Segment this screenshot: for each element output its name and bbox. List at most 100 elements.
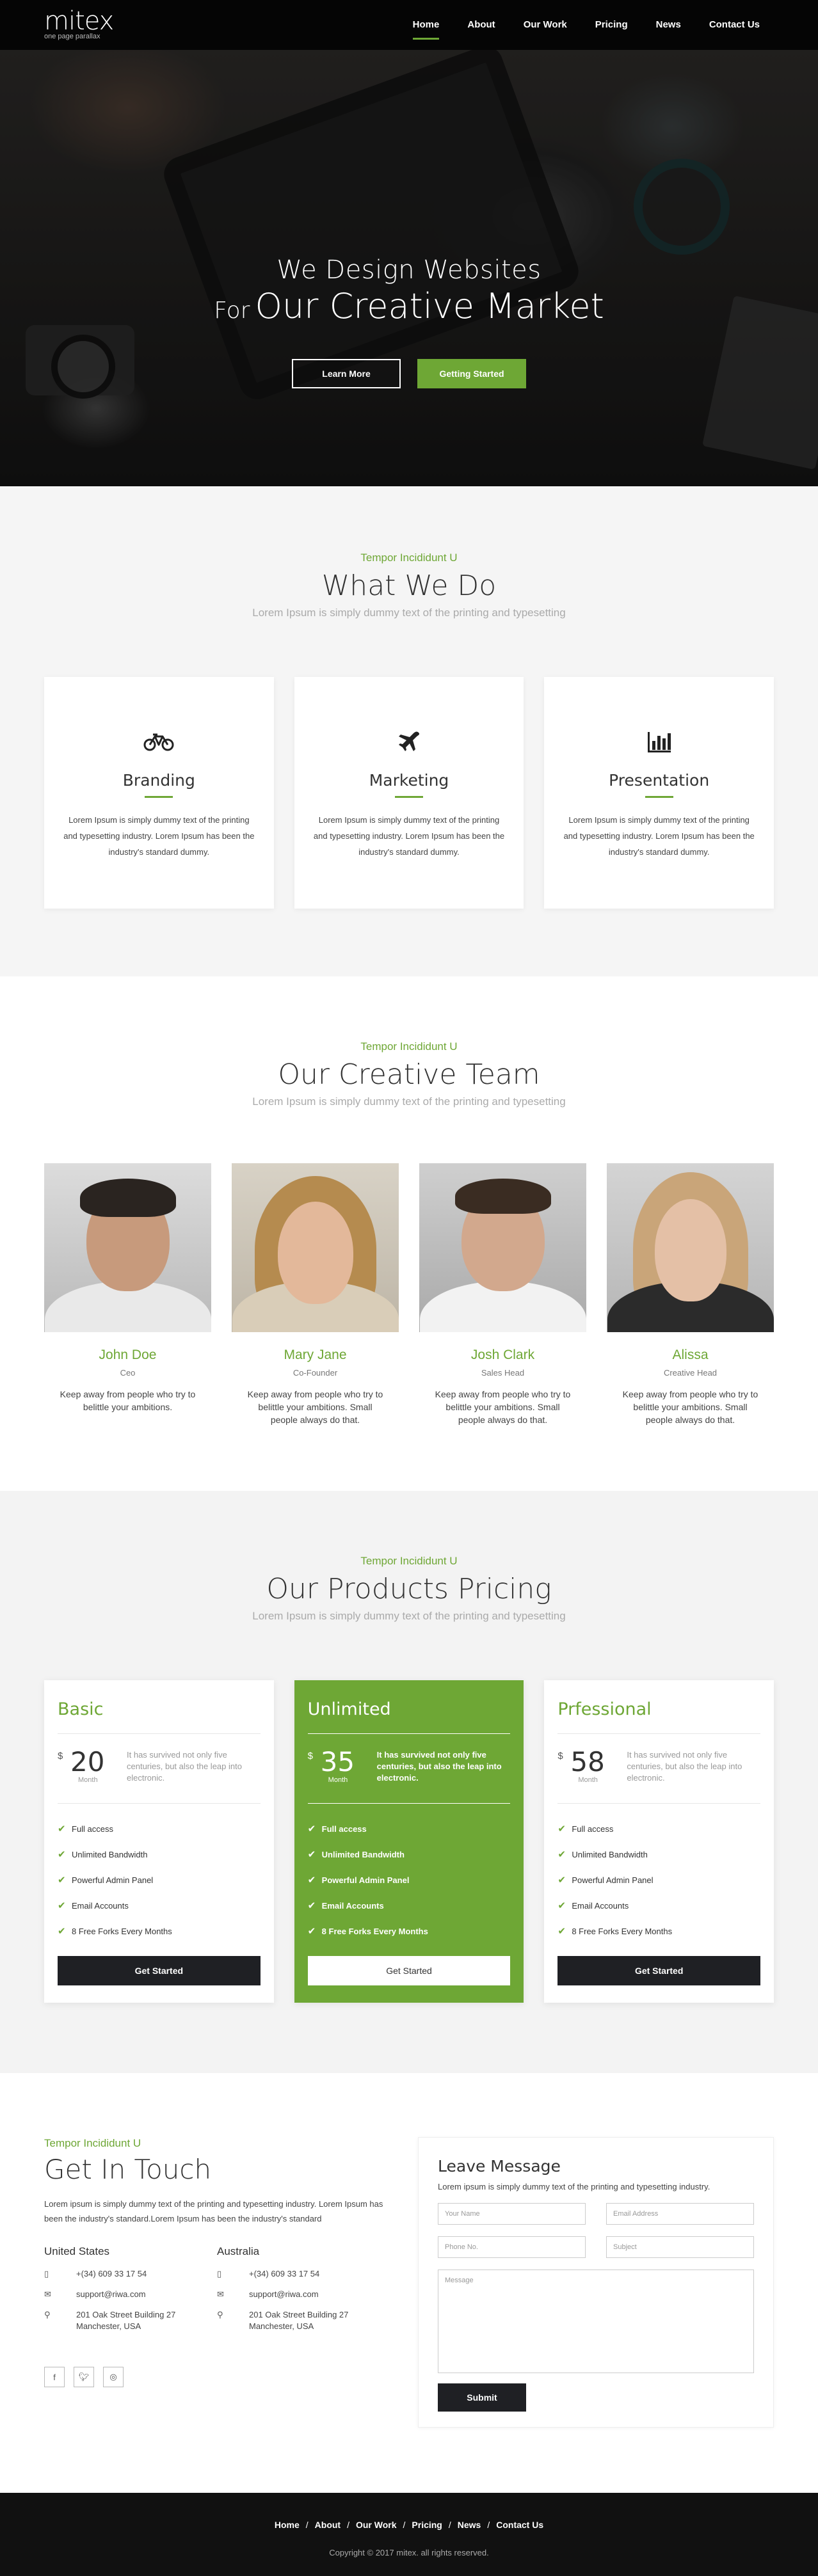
hero-heading-line1: We Design Websites xyxy=(277,255,541,285)
plan-price: $ 20 Month xyxy=(58,1748,115,1789)
section-kicker: Tempor Incididunt U xyxy=(360,552,458,564)
office-united-states: United States ▯ +(34) 609 33 17 54 ✉ suppo… xyxy=(44,2245,217,2341)
twitter-icon[interactable]: 🐦︎ xyxy=(74,2367,94,2387)
check-icon: ✔ xyxy=(557,1900,566,1911)
nav-home[interactable]: Home xyxy=(399,15,454,40)
site-logo[interactable]: mitex one page parallax xyxy=(44,6,114,40)
subject-field[interactable]: Subject xyxy=(606,2236,754,2258)
price-period: Month xyxy=(78,1776,98,1784)
price-amount: 20 xyxy=(70,1746,105,1777)
section-title: Our Products Pricing xyxy=(266,1573,552,1605)
footer-link-about[interactable]: About xyxy=(315,2520,341,2530)
footer-link-home[interactable]: Home xyxy=(275,2520,300,2530)
price-period: Month xyxy=(328,1776,348,1784)
service-text: Lorem Ipsum is simply dummy text of the … xyxy=(563,815,755,857)
office-address: ⚲ 201 Oak Street Building 27 Manchester, … xyxy=(44,2309,217,2332)
member-role: Co-Founder xyxy=(293,1368,338,1378)
plan-description: It has survived not only five centuries,… xyxy=(376,1750,502,1783)
team-member: Alissa Creative Head Keep away from peop… xyxy=(607,1163,774,1426)
what-we-do-header: Tempor Incididunt U What We Do Lorem Ips… xyxy=(44,552,774,619)
feature-item: ✔ Powerful Admin Panel xyxy=(308,1868,511,1893)
name-field[interactable]: Your Name xyxy=(438,2203,586,2225)
plan-price: $ 58 Month xyxy=(557,1748,615,1789)
social-links: f 🐦︎ ◎ xyxy=(44,2367,390,2387)
phone-field[interactable]: Phone No. xyxy=(438,2236,586,2258)
service-cards: Branding Lorem Ipsum is simply dummy tex… xyxy=(44,677,774,909)
footer-separator: / xyxy=(347,2520,349,2530)
nav-about[interactable]: About xyxy=(453,15,509,35)
nav-pricing[interactable]: Pricing xyxy=(581,15,642,35)
feature-item: ✔ Unlimited Bandwidth xyxy=(557,1842,760,1868)
plan-basic: Basic $ 20 Month It has survived not onl… xyxy=(44,1680,274,2003)
footer-link-pricing[interactable]: Pricing xyxy=(412,2520,442,2530)
team-members: John Doe Ceo Keep away from people who t… xyxy=(44,1163,774,1426)
section-kicker: Tempor Incididunt U xyxy=(360,1555,458,1567)
feature-item: ✔ Powerful Admin Panel xyxy=(557,1868,760,1893)
get-started-button[interactable]: Get Started xyxy=(58,1956,261,1985)
site-footer: Home / About / Our Work / Pricing / News… xyxy=(0,2493,818,2576)
team-member: Mary Jane Co-Founder Keep away from peop… xyxy=(232,1163,399,1426)
nav-news[interactable]: News xyxy=(642,15,695,35)
email-field[interactable]: Email Address xyxy=(606,2203,754,2225)
member-photo xyxy=(232,1163,399,1332)
copyright-text: Copyright © 2017 mitex. all rights reser… xyxy=(329,2548,489,2557)
member-bio: Keep away from people who try to belittl… xyxy=(247,1389,383,1425)
service-card-branding: Branding Lorem Ipsum is simply dummy tex… xyxy=(44,677,274,909)
title-underline xyxy=(145,796,173,798)
get-started-button[interactable]: Get Started xyxy=(557,1956,761,1985)
check-icon: ✔ xyxy=(58,1875,66,1886)
check-icon: ✔ xyxy=(58,1824,66,1834)
section-kicker: Tempor Incididunt U xyxy=(44,2137,141,2149)
plan-price-box: $ 35 Month It has survived not only five… xyxy=(307,1733,511,1804)
footer-link-contact[interactable]: Contact Us xyxy=(496,2520,543,2530)
feature-label: Powerful Admin Panel xyxy=(72,1875,154,1885)
check-icon: ✔ xyxy=(307,1824,316,1834)
nav-contact[interactable]: Contact Us xyxy=(695,15,774,35)
office-phone: ▯ +(34) 609 33 17 54 xyxy=(44,2268,217,2280)
member-bio: Keep away from people who try to belittl… xyxy=(622,1389,758,1425)
map-marker-icon: ⚲ xyxy=(217,2310,223,2319)
plane-icon xyxy=(294,729,524,755)
feature-item: ✔ Email Accounts xyxy=(308,1893,511,1919)
office-address: ⚲ 201 Oak Street Building 27 Manchester, … xyxy=(217,2309,390,2332)
pricing-plans: Basic $ 20 Month It has survived not onl… xyxy=(44,1680,774,2003)
office-name: United States xyxy=(44,2245,110,2257)
message-textarea[interactable]: Message xyxy=(438,2270,754,2373)
footer-separator: / xyxy=(305,2520,309,2530)
footer-link-news[interactable]: News xyxy=(458,2520,481,2530)
learn-more-button[interactable]: Learn More xyxy=(292,359,401,388)
hero-heading-main: Our Creative Market xyxy=(255,286,604,326)
section-title: What We Do xyxy=(321,569,497,602)
bar-chart-icon xyxy=(544,729,774,755)
office-email: ✉ support@riwa.com xyxy=(217,2289,390,2300)
section-subtitle: Lorem Ipsum is simply dummy text of the … xyxy=(252,607,566,619)
getting-started-button[interactable]: Getting Started xyxy=(417,359,526,388)
section-title: Get In Touch xyxy=(44,2154,212,2185)
photo-hair xyxy=(79,1179,176,1217)
feature-label: 8 Free Forks Every Months xyxy=(72,1927,172,1936)
service-title: Branding xyxy=(122,771,195,790)
submit-button[interactable]: Submit xyxy=(438,2383,526,2412)
email-link[interactable]: support@riwa.com xyxy=(249,2289,319,2300)
logo-text: mitex xyxy=(44,6,114,36)
hero-heading-line2: For Our Creative Market xyxy=(0,285,818,332)
contact-intro: Lorem ipsum is simply dummy text of the … xyxy=(44,2199,383,2223)
email-link[interactable]: support@riwa.com xyxy=(76,2289,146,2300)
check-icon: ✔ xyxy=(307,1926,316,1937)
nav-our-work[interactable]: Our Work xyxy=(509,15,581,35)
facebook-icon[interactable]: f xyxy=(44,2367,65,2387)
footer-link-our-work[interactable]: Our Work xyxy=(356,2520,397,2530)
price-amount: 35 xyxy=(320,1746,355,1777)
plan-features: ✔ Full access ✔ Unlimited Bandwidth ✔ Power… xyxy=(308,1817,511,1944)
price-amount: 58 xyxy=(570,1746,605,1777)
form-row: Your Name Email Address xyxy=(438,2203,754,2225)
check-icon: ✔ xyxy=(58,1849,66,1860)
get-started-button[interactable]: Get Started xyxy=(307,1956,511,1985)
contact-info: Tempor Incididunt U Get In Touch Lorem i… xyxy=(44,2137,390,2428)
contact-section: Tempor Incididunt U Get In Touch Lorem i… xyxy=(0,2073,818,2493)
plan-price-box: $ 20 Month It has survived not only five… xyxy=(58,1733,261,1804)
title-underline xyxy=(395,796,423,798)
instagram-icon[interactable]: ◎ xyxy=(103,2367,124,2387)
what-we-do-section: Tempor Incididunt U What We Do Lorem Ips… xyxy=(0,486,818,976)
feature-item: ✔ 8 Free Forks Every Months xyxy=(557,1919,760,1944)
